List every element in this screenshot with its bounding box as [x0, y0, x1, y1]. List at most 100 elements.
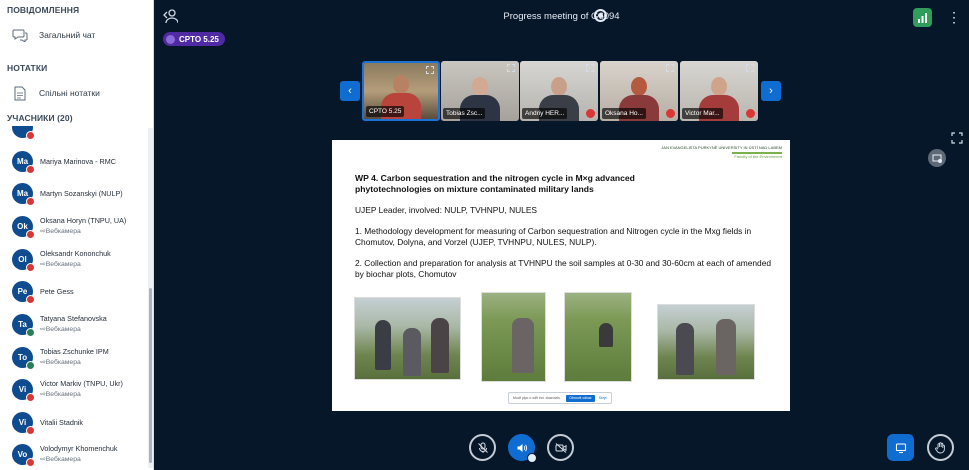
mic-muted-icon — [586, 109, 595, 118]
meeting-title: Progress meeting of G6094 — [503, 11, 620, 22]
public-chat-label: Загальний чат — [39, 30, 96, 40]
mic-muted-icon — [26, 262, 35, 272]
top-bar: Progress meeting of G6094 ⋮ — [154, 0, 969, 34]
talking-user-name: CPTO 5.25 — [179, 34, 219, 44]
user-list-item[interactable]: Vi Victor Markiv (TNPU, Ukr) ⇨Вебкамера — [0, 373, 148, 405]
raise-hand-button[interactable] — [927, 434, 954, 461]
microphone-icon — [166, 34, 175, 44]
options-menu-icon[interactable]: ⋮ — [947, 8, 961, 26]
chevron-right-icon: › — [769, 85, 773, 97]
user-name: Mariya Marinova - RMC — [40, 156, 116, 166]
talking-indicator[interactable]: CPTO 5.25 — [163, 32, 225, 46]
user-list-item[interactable]: Vo Volodymyr Khomenchuk ⇨Вебкамера — [0, 438, 148, 470]
video-tile[interactable]: Oksana Ho... — [600, 61, 678, 121]
user-name: Victor Markiv (TNPU, Ukr) — [40, 379, 123, 388]
slide-item-2: 2. Collection and preparation for analys… — [355, 258, 772, 279]
users-section-title: УЧАСНИКИ (20) — [7, 113, 73, 123]
fullscreen-icon[interactable] — [507, 64, 515, 72]
field-photo-4 — [657, 304, 755, 380]
mic-active-icon — [26, 327, 35, 337]
video-next-button[interactable]: › — [761, 81, 781, 101]
user-list-item[interactable]: To Tobias Zschunke IPM ⇨Вебкамера — [0, 341, 148, 373]
mute-microphone-button[interactable] — [469, 434, 496, 461]
video-tile[interactable]: Andriy HER... — [520, 61, 598, 121]
avatar: Vi — [12, 411, 35, 435]
webcam-status: ⇨Вебкамера — [40, 456, 81, 463]
slide-item-1: 1. Methodology development for measuring… — [355, 226, 752, 247]
speaker-icon — [517, 443, 527, 452]
slide-title: WP 4. Carbon sequestration and the nitro… — [355, 173, 635, 194]
chevron-left-icon: ‹ — [348, 85, 352, 97]
fullscreen-icon[interactable] — [746, 64, 754, 72]
user-name: Oleksandr Kononchuk — [40, 249, 111, 258]
audio-settings-chevron-icon[interactable] — [527, 453, 537, 463]
user-list-item[interactable]: Ol Oleksandr Kononchuk ⇨Вебкамера — [0, 243, 148, 275]
video-tile[interactable]: Tobias Zsc... — [441, 61, 519, 121]
user-name: Vitalii Stadnik — [40, 417, 84, 427]
video-tile-label: CPTO 5.25 — [366, 106, 405, 117]
toast-action-button[interactable]: Obnovit odkaz — [566, 394, 595, 402]
webcam-status: ⇨Вебкамера — [40, 228, 81, 235]
microphone-off-icon — [477, 442, 488, 453]
user-list-item[interactable]: Ma Mariya Marinova - RMC — [0, 145, 148, 177]
user-name: Tobias Zschunke IPM — [40, 347, 109, 356]
mic-muted-icon — [26, 392, 35, 402]
mic-muted-icon — [26, 425, 35, 435]
video-tile-label: Victor Mar... — [682, 108, 723, 119]
mic-muted-icon — [746, 109, 755, 118]
switch-view-icon[interactable] — [928, 149, 946, 167]
avatar: Ta — [12, 313, 35, 337]
user-name: Tatyana Stefanovska — [40, 314, 107, 323]
webcam-status: ⇨Вебкамера — [40, 359, 81, 366]
field-photo-1 — [354, 297, 461, 380]
video-prev-button[interactable]: ‹ — [340, 81, 360, 101]
field-photo-2 — [481, 292, 546, 382]
user-list-item[interactable]: Vi Vitalii Stadnik — [0, 406, 148, 438]
notes-section-title: НОТАТКИ — [7, 63, 48, 73]
toast-dismiss-link[interactable]: Skrýt — [599, 396, 607, 400]
share-webcam-button[interactable] — [547, 434, 574, 461]
messages-section-title: ПОВІДОМЛЕННЯ — [7, 5, 80, 15]
camera-off-icon — [555, 442, 566, 453]
chat-icon — [11, 26, 29, 44]
user-list[interactable]: Ma Mariya Marinova - RMC Ma Martyn Sozan… — [0, 119, 148, 470]
fullscreen-icon[interactable] — [586, 64, 594, 72]
user-list-item[interactable]: Ok Oksana Horyn (TNPU, UA) ⇨Вебкамера — [0, 210, 148, 242]
record-icon[interactable] — [594, 9, 607, 22]
mic-muted-icon — [26, 196, 35, 206]
fullscreen-icon[interactable] — [426, 66, 434, 74]
fullscreen-presentation-icon[interactable] — [951, 131, 963, 144]
notes-icon — [11, 84, 29, 102]
fullscreen-icon[interactable] — [666, 64, 674, 72]
user-list-scrollbar[interactable] — [148, 128, 153, 468]
connection-status-icon[interactable] — [913, 8, 932, 27]
webcam-status: ⇨Вебкамера — [40, 326, 81, 333]
meeting-window: ПОВІДОМЛЕННЯ Загальний чат НОТАТКИ Спіль… — [0, 0, 969, 470]
mic-muted-icon — [666, 109, 675, 118]
avatar: Ma — [12, 150, 35, 174]
avatar: To — [12, 346, 35, 370]
presentation-slide: JAN EVANGELISTA PURKYNĚ UNIVERSITY IN ÚS… — [332, 140, 790, 411]
video-tile-label: Tobias Zsc... — [443, 108, 486, 119]
field-photo-3 — [564, 292, 632, 382]
user-list-item[interactable]: Pe Pete Gess — [0, 275, 148, 307]
presentation-icon — [895, 442, 906, 453]
user-list-item[interactable]: Ma Martyn Sozanskyi (NULP) — [0, 177, 148, 209]
shared-notes-item[interactable]: Спільні нотатки — [0, 76, 153, 110]
shared-notes-label: Спільні нотатки — [39, 88, 100, 98]
webcam-status: ⇨Вебкамера — [40, 261, 81, 268]
mic-muted-icon — [26, 457, 35, 467]
user-list-item[interactable]: Ta Tatyana Stefanovska ⇨Вебкамера — [0, 308, 148, 340]
scrollbar-thumb[interactable] — [149, 288, 152, 463]
presentation-toggle-button[interactable] — [887, 434, 914, 461]
video-tile-label: Andriy HER... — [522, 108, 568, 119]
user-name: Oksana Horyn (TNPU, UA) — [40, 216, 127, 225]
video-tile[interactable]: CPTO 5.25 — [362, 61, 440, 121]
avatar: Pe — [12, 280, 35, 304]
notification-toast[interactable]: Mudř pipc o odfl ind. zkazovítu Obnovit … — [508, 392, 612, 404]
mic-muted-icon — [26, 130, 35, 140]
public-chat-item[interactable]: Загальний чат — [0, 18, 153, 52]
video-tile[interactable]: Victor Mar... — [680, 61, 758, 121]
mic-muted-icon — [26, 164, 35, 174]
slide-university-header: JAN EVANGELISTA PURKYNĚ UNIVERSITY IN ÚS… — [661, 145, 782, 159]
